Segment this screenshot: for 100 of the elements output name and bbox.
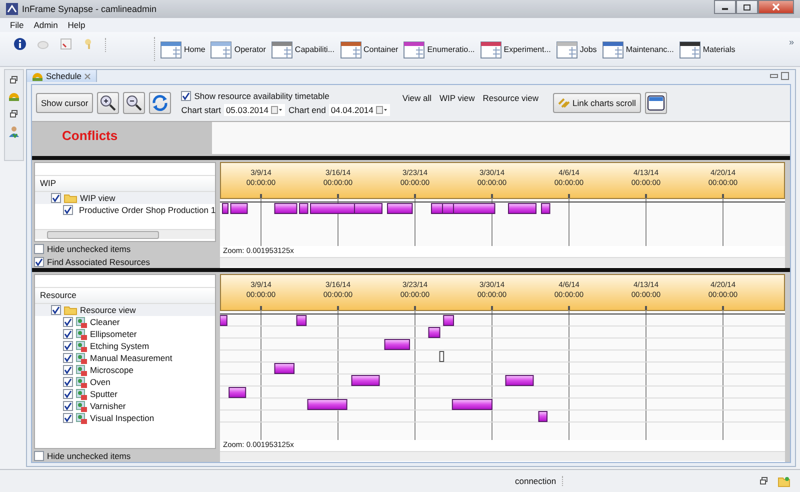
show-cursor-button[interactable]: Show cursor	[36, 93, 94, 113]
chart-start-field[interactable]: 05.03.2014	[224, 104, 286, 116]
tree-item[interactable]: Manual Measurement	[35, 352, 215, 364]
tree-item[interactable]: Resource view	[35, 304, 215, 316]
toolbar-button[interactable]: Operator	[208, 37, 268, 61]
tree-item[interactable]: Ellipsometer	[35, 328, 215, 340]
checkbox[interactable]	[51, 305, 61, 315]
checkbox[interactable]	[34, 244, 44, 254]
calendar-dropdown-icon[interactable]	[376, 106, 388, 114]
close-icon[interactable]	[84, 72, 92, 80]
task-bar[interactable]	[508, 203, 536, 214]
chart-end-field[interactable]: 04.04.2014	[328, 104, 390, 116]
person-icon[interactable]	[8, 126, 20, 138]
menu-item[interactable]: Help	[68, 20, 86, 30]
maximize-icon[interactable]	[781, 72, 789, 80]
task-bar[interactable]	[453, 203, 496, 214]
task-bar[interactable]	[384, 339, 410, 350]
task-bar[interactable]	[505, 375, 534, 386]
schedule-tab[interactable]: Schedule	[27, 70, 98, 82]
checkbox[interactable]	[63, 341, 73, 351]
view-link[interactable]: WIP view	[440, 93, 475, 103]
checkbox[interactable]	[51, 193, 61, 203]
toolbar-button[interactable]: Capabiliti...	[268, 37, 336, 61]
window-icon[interactable]	[60, 38, 72, 50]
menu-item[interactable]: File	[10, 20, 24, 30]
toolbar-button[interactable]: Jobs	[554, 37, 599, 61]
tree-item[interactable]: WIP view	[35, 192, 215, 204]
task-bar[interactable]	[442, 203, 454, 214]
restore-icon[interactable]	[10, 110, 18, 118]
task-bar[interactable]	[310, 203, 355, 214]
toolbar-button[interactable]: Container	[338, 37, 400, 61]
task-bar[interactable]	[387, 203, 413, 214]
checkbox-label[interactable]: Hide unchecked items	[47, 244, 131, 254]
task-bar[interactable]	[541, 203, 550, 214]
checkbox[interactable]	[34, 256, 44, 266]
info-icon[interactable]	[14, 38, 26, 50]
tree-item[interactable]: Oven	[35, 376, 215, 388]
scrollbar[interactable]	[35, 229, 215, 239]
checkbox[interactable]	[63, 329, 73, 339]
task-bar[interactable]	[274, 363, 294, 374]
task-bar[interactable]	[230, 203, 248, 214]
calendar-button[interactable]	[644, 92, 667, 114]
maximize-button[interactable]	[736, 0, 758, 14]
checkbox-label[interactable]: Hide unchecked items	[47, 450, 131, 460]
close-button[interactable]	[758, 0, 794, 14]
task-bar[interactable]	[428, 327, 440, 338]
link-charts-button[interactable]: Link charts scroll	[552, 93, 641, 113]
task-bar[interactable]	[296, 315, 307, 326]
task-bar[interactable]	[431, 203, 443, 214]
task-bar[interactable]	[538, 411, 548, 422]
checkbox[interactable]	[63, 205, 73, 215]
view-link[interactable]: View all	[402, 93, 432, 103]
checkbox[interactable]	[34, 450, 44, 460]
toolbar-button[interactable]: Experiment...	[478, 37, 553, 61]
checkbox[interactable]	[63, 317, 73, 327]
toolbar-button[interactable]: Maintenanc...	[600, 37, 676, 61]
checkbox[interactable]	[63, 389, 73, 399]
zoom-in-button[interactable]	[97, 92, 120, 114]
toolbar-button[interactable]: Home	[158, 37, 208, 61]
task-bar[interactable]	[228, 387, 246, 398]
calendar-dropdown-icon[interactable]	[271, 106, 284, 114]
minimize-icon[interactable]	[770, 74, 778, 78]
task-bar[interactable]	[220, 315, 228, 326]
refresh-button[interactable]	[149, 92, 172, 114]
tree-item[interactable]: Cleaner	[35, 316, 215, 328]
task-bar[interactable]	[299, 203, 308, 214]
task-bar[interactable]	[222, 203, 228, 214]
task-bar[interactable]	[274, 203, 298, 214]
task-bar[interactable]	[354, 203, 382, 214]
toolbar-button[interactable]: Enumeratio...	[401, 37, 477, 61]
checkbox[interactable]	[181, 90, 192, 100]
task-bar[interactable]	[452, 399, 492, 410]
folder-icon[interactable]	[778, 476, 790, 486]
zoom-out-button[interactable]	[123, 92, 146, 114]
tree-item[interactable]: Productive Order Shop Production 1	[35, 204, 215, 216]
tree-item[interactable]: Sputter	[35, 388, 215, 400]
checkbox-label[interactable]: Show resource availability timetable	[194, 90, 330, 100]
scrollbar[interactable]	[220, 257, 785, 267]
checkbox-label[interactable]: Find Associated Resources	[47, 256, 150, 266]
crescent-icon[interactable]	[8, 92, 20, 102]
menu-item[interactable]: Admin	[34, 20, 58, 30]
checkbox[interactable]	[63, 377, 73, 387]
toolbar-button[interactable]: Materials	[676, 37, 738, 61]
tree-item[interactable]: Varnisher	[35, 400, 215, 412]
task-bar[interactable]	[439, 351, 444, 362]
restore-icon[interactable]	[10, 76, 18, 84]
task-bar[interactable]	[307, 399, 348, 410]
tree-item[interactable]: Visual Inspection	[35, 412, 215, 424]
task-bar[interactable]	[351, 375, 380, 386]
checkbox[interactable]	[63, 365, 73, 375]
minimize-button[interactable]	[714, 0, 736, 14]
overflow-chevron[interactable]: »	[788, 37, 794, 47]
tree-item[interactable]: Microscope	[35, 364, 215, 376]
checkbox[interactable]	[63, 401, 73, 411]
task-bar[interactable]	[443, 315, 454, 326]
checkbox[interactable]	[63, 353, 73, 363]
tree-item[interactable]: Etching System	[35, 340, 215, 352]
view-link[interactable]: Resource view	[482, 93, 539, 103]
scrollbar[interactable]	[220, 451, 785, 461]
restore-icon[interactable]	[760, 477, 768, 485]
